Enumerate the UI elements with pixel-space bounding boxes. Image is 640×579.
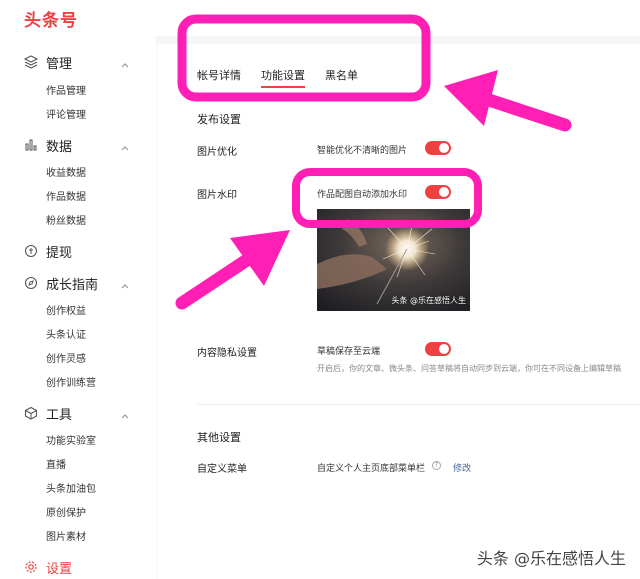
sidebar-group-title: 数据 [46, 139, 73, 155]
sidebar-item-creator-rights[interactable]: 创作权益 [46, 302, 86, 317]
custom-menu-text: 自定义个人主页底部菜单栏 [317, 464, 426, 474]
toggle-knob [439, 143, 449, 153]
toggle-knob [439, 344, 449, 354]
section-divider [197, 404, 640, 405]
watermark-toggle[interactable] [425, 185, 451, 199]
sidebar-item-comments[interactable]: 评论管理 [46, 106, 86, 121]
section-title-publish: 发布设置 [197, 113, 241, 126]
image-optimize-text: 智能优化不清晰的图片 [317, 146, 408, 156]
watermark-label: 图片水印 [197, 190, 237, 201]
sidebar-item-works[interactable]: 作品管理 [46, 82, 86, 97]
coin-icon [24, 244, 38, 258]
sidebar-item-training-camp[interactable]: 创作训练营 [46, 374, 96, 389]
section-title-other: 其他设置 [197, 431, 241, 444]
custom-menu-label: 自定义菜单 [197, 464, 247, 475]
cube-icon [24, 406, 38, 420]
help-icon[interactable]: ? [432, 461, 441, 470]
top-bar: 头条号 [0, 0, 640, 36]
sidebar-group-title: 管理 [46, 56, 73, 72]
custom-menu-edit-link[interactable]: 修改 [453, 461, 471, 474]
watermark-text: 作品配图自动添加水印 [317, 190, 408, 200]
toggle-knob [439, 187, 449, 197]
image-optimize-label: 图片优化 [197, 147, 237, 158]
settings-panel: 帐号详情 功能设置 黑名单 发布设置 图片优化 智能优化不清晰的图片 图片水印 … [157, 44, 640, 579]
sidebar-item-original[interactable]: 原创保护 [46, 504, 86, 519]
sidebar-group-tools[interactable]: 工具 [24, 403, 134, 423]
chevron-up-icon [120, 55, 130, 74]
sidebar-group-title: 设置 [46, 561, 73, 577]
chevron-up-icon [120, 138, 130, 157]
page-watermark: 头条 @乐在感悟人生 [476, 549, 626, 568]
sidebar-group-title: 成长指南 [46, 277, 99, 293]
sidebar-group-title: 工具 [46, 407, 73, 423]
layers-icon [24, 55, 38, 69]
tab-feature-settings[interactable]: 功能设置 [261, 68, 305, 92]
sidebar-group-data[interactable]: 数据 [24, 135, 134, 155]
tab-blacklist[interactable]: 黑名单 [325, 68, 358, 92]
sidebar-group-withdraw[interactable]: 提现 [24, 241, 134, 261]
sidebar-item-works-data[interactable]: 作品数据 [46, 188, 86, 203]
chevron-up-icon [120, 276, 130, 295]
sidebar-item-live[interactable]: 直播 [46, 456, 66, 471]
sidebar-item-inspiration[interactable]: 创作灵感 [46, 350, 86, 365]
sidebar-item-boost[interactable]: 头条加油包 [46, 480, 96, 495]
sidebar-group-manage[interactable]: 管理 [24, 52, 134, 72]
sidebar-group-growth[interactable]: 成长指南 [24, 273, 134, 293]
sidebar-item-fans-data[interactable]: 粉丝数据 [46, 212, 86, 227]
sidebar-group-settings[interactable]: 设置 [24, 557, 134, 577]
compass-icon [24, 276, 38, 290]
photo-watermark-text: 头条 @乐在感悟人生 [391, 296, 466, 305]
image-optimize-toggle[interactable] [425, 141, 451, 155]
sidebar-item-income-data[interactable]: 收益数据 [46, 164, 86, 179]
sidebar-item-verification[interactable]: 头条认证 [46, 326, 86, 341]
app-logo[interactable]: 头条号 [24, 6, 78, 31]
privacy-toggle[interactable] [425, 342, 451, 356]
privacy-label: 内容隐私设置 [197, 348, 257, 359]
tab-account-details[interactable]: 帐号详情 [197, 68, 241, 92]
tab-bar: 帐号详情 功能设置 黑名单 [197, 68, 378, 98]
sidebar-group-title: 提现 [46, 245, 73, 261]
privacy-hint: 开启后，你的文章、微头条、问答草稿将自动同步到云端，你可在不同设备上编辑草稿 [317, 364, 621, 373]
bar-chart-icon [24, 138, 38, 152]
chevron-up-icon [120, 406, 130, 425]
sidebar: 管理 作品管理 评论管理 数据 收益数据 作品数据 粉丝数据 提现 成长指南 创… [0, 36, 156, 579]
watermark-preview-image: 头条 @乐在感悟人生 [317, 209, 470, 311]
sidebar-item-images[interactable]: 图片素材 [46, 528, 86, 543]
privacy-text: 草稿保存至云端 [317, 347, 381, 357]
sidebar-item-lab[interactable]: 功能实验室 [46, 432, 96, 447]
gear-icon [24, 560, 38, 574]
